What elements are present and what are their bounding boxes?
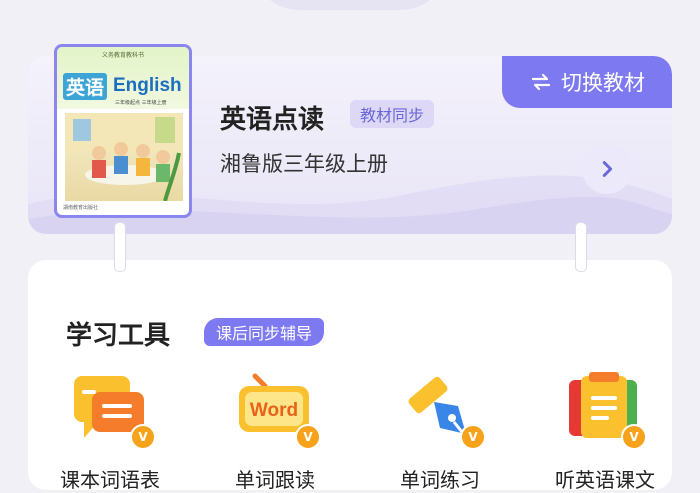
tool-word-practice[interactable]: V 单词练习 xyxy=(380,372,500,492)
vip-badge: V xyxy=(460,424,486,450)
tool-vocabulary-list[interactable]: V 课本词语表 xyxy=(50,372,170,492)
cover-grade-line: 三年级起点 三年级上册 xyxy=(115,100,167,106)
chevron-right-icon xyxy=(602,161,613,177)
svg-text:Word: Word xyxy=(250,400,298,421)
cover-title-cn: 英语 xyxy=(63,73,108,100)
switch-textbook-label: 切换教材 xyxy=(561,71,645,95)
tool-label: 单词练习 xyxy=(400,468,480,492)
vip-badge: V xyxy=(621,424,647,450)
vip-badge: V xyxy=(295,424,321,450)
swap-icon xyxy=(531,73,551,91)
tool-label: 单词跟读 xyxy=(235,468,315,492)
book-title: 英语点读 xyxy=(220,105,325,135)
textbook-sync-badge: 教材同步 xyxy=(350,100,435,128)
cover-footer-line: 湖南教育出版社 xyxy=(63,205,99,211)
vip-badge: V xyxy=(130,424,156,450)
study-tools-badge: 课后同步辅导 xyxy=(204,318,325,346)
book-edition: 湘鲁版三年级上册 xyxy=(220,152,388,176)
cover-illustration xyxy=(65,113,183,202)
textbook-cover[interactable]: 义务教育教科书 英语 English 三年级起点 三年级上册 湖南教育出版社 xyxy=(54,44,192,218)
cover-title-en: English xyxy=(113,75,182,96)
cover-publisher-line: 义务教育教科书 xyxy=(101,52,144,59)
open-book-button[interactable] xyxy=(582,144,632,194)
study-tools-title: 学习工具 xyxy=(66,321,171,351)
tool-word-follow-read[interactable]: Word V 单词跟读 xyxy=(215,372,335,492)
tool-label: 课本词语表 xyxy=(60,468,160,492)
card-connector-left xyxy=(114,222,126,272)
tool-label: 听英语课文 xyxy=(555,468,655,492)
tool-listen-text[interactable]: V 听英语课文 xyxy=(545,372,665,492)
switch-textbook-button[interactable]: 切换教材 xyxy=(502,56,672,108)
top-decoration xyxy=(250,0,450,10)
card-connector-right xyxy=(575,222,587,272)
